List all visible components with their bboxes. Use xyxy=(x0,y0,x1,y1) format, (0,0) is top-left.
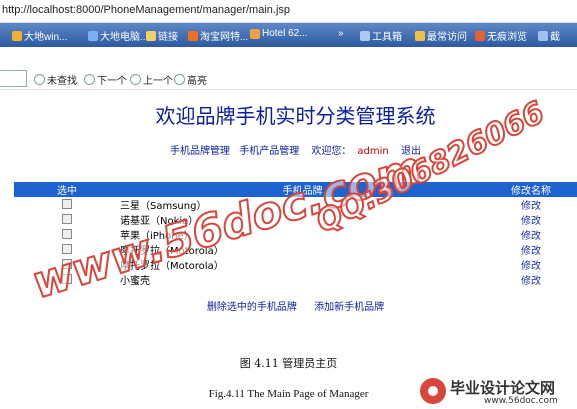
favorite-item[interactable]: 链接 xyxy=(146,28,178,43)
find-prev-button[interactable]: 上一个 xyxy=(130,72,173,87)
arrow-up-icon xyxy=(130,74,141,85)
page-icon xyxy=(88,30,98,41)
select-checkbox[interactable] xyxy=(62,259,72,269)
add-brand-link[interactable]: 添加新手机品牌 xyxy=(314,302,384,313)
delete-selected-link[interactable]: 删除选中的手机品牌 xyxy=(207,302,297,313)
page-title: 欢迎品牌手机实时分类管理系统 xyxy=(155,104,436,128)
toolbox-icon xyxy=(360,30,370,41)
private-icon xyxy=(475,30,485,41)
screenshot-button[interactable]: 截 xyxy=(538,28,560,43)
edit-link[interactable]: 修改 xyxy=(485,257,577,272)
column-header-select: 选中 xyxy=(14,182,120,197)
select-checkbox[interactable] xyxy=(62,229,72,239)
url-text: http://localhost:8000/PhoneManagement/ma… xyxy=(2,4,291,16)
favorite-item[interactable]: 大地win... xyxy=(12,28,67,43)
more-favorites-button[interactable]: » xyxy=(338,28,344,39)
most-visited-button[interactable]: 最常访问 xyxy=(415,28,467,43)
private-browsing-button[interactable]: 无痕浏览 xyxy=(475,28,527,43)
brand-management-link[interactable]: 手机品牌管理 xyxy=(170,146,230,157)
favorite-item[interactable]: 淘宝网特... xyxy=(188,28,248,43)
manager-main-page: 欢迎品牌手机实时分类管理系统 手机品牌管理 手机产品管理 欢迎您： admin 退… xyxy=(14,92,577,345)
brand-name: 小蜜壳 xyxy=(120,276,150,287)
edit-link[interactable]: 修改 xyxy=(485,272,577,287)
scissors-icon xyxy=(538,30,548,41)
welcome-text: 欢迎您： admin xyxy=(311,146,389,157)
highlight-button[interactable]: 高亮 xyxy=(174,72,207,87)
select-checkbox[interactable] xyxy=(62,199,72,209)
figure-caption-cn: 图 4.11 管理员主页 xyxy=(239,357,338,370)
brand-name: 三星（Samsung） xyxy=(120,201,207,212)
username: admin xyxy=(357,146,389,157)
favorite-item[interactable]: Hotel 62... xyxy=(250,28,308,39)
site-logo: 毕业设计论文网 www.56doc.com xyxy=(420,376,577,409)
taobao-icon xyxy=(188,30,198,41)
edit-link[interactable]: 修改 xyxy=(485,212,577,227)
logout-link[interactable]: 退出 xyxy=(401,146,421,157)
arrow-down-icon xyxy=(84,74,95,85)
page-icon xyxy=(12,30,22,41)
find-input[interactable] xyxy=(0,70,27,87)
brand-table: 选中 手机品牌 修改名称 三星（Samsung） 修改 诺基亚（Nokia） 修… xyxy=(14,182,577,287)
edit-link[interactable]: 修改 xyxy=(485,197,577,212)
table-row: 三星（Samsung） 修改 xyxy=(14,197,577,212)
bottom-actions: 删除选中的手机品牌 添加新手机品牌 xyxy=(14,298,577,313)
table-row: 诺基亚（Nokia） 修改 xyxy=(14,212,577,227)
edit-link[interactable]: 修改 xyxy=(485,227,577,242)
toolbox-button[interactable]: 工具箱 xyxy=(360,28,402,43)
address-bar[interactable]: http://localhost:8000/PhoneManagement/ma… xyxy=(0,0,577,23)
select-checkbox[interactable] xyxy=(62,214,72,224)
table-row: 摩托罗拉（Motorola） 修改 xyxy=(14,257,577,272)
brand-name: 诺基亚（Nokia） xyxy=(120,216,199,227)
search-icon xyxy=(34,74,45,85)
top-nav: 手机品牌管理 手机产品管理 欢迎您： admin 退出 xyxy=(14,142,577,157)
logo-name: 毕业设计论文网 xyxy=(450,379,556,397)
brand-name: 苹果（iPhone） xyxy=(120,231,194,242)
edit-link[interactable]: 修改 xyxy=(485,242,577,257)
logo-icon xyxy=(420,378,446,404)
browser-chrome: http://localhost:8000/PhoneManagement/ma… xyxy=(0,0,577,92)
product-management-link[interactable]: 手机产品管理 xyxy=(239,146,299,157)
table-header: 选中 手机品牌 修改名称 xyxy=(14,182,577,197)
find-not-found: 未查找 xyxy=(34,72,77,87)
brand-name: 摩托罗拉（Motorola） xyxy=(120,246,224,257)
brand-name: 摩托罗拉（Motorola） xyxy=(120,261,224,272)
select-checkbox[interactable] xyxy=(62,274,72,284)
favorites-bar: 大地win... 大地电脑... 链接 淘宝网特... Hotel 62... … xyxy=(0,23,577,47)
column-header-brand: 手机品牌 xyxy=(120,182,485,197)
select-checkbox[interactable] xyxy=(62,244,72,254)
table-row: 苹果（iPhone） 修改 xyxy=(14,227,577,242)
table-row: 摩托罗拉（Motorola） 修改 xyxy=(14,242,577,257)
favorite-item[interactable]: 大地电脑... xyxy=(88,28,148,43)
folder-icon xyxy=(146,30,156,41)
find-bar: 未查找 下一个 上一个 高亮 xyxy=(0,67,577,90)
column-header-edit: 修改名称 xyxy=(485,182,577,197)
logo-site: www.56doc.com xyxy=(484,396,558,406)
table-row: 小蜜壳 修改 xyxy=(14,272,577,287)
star-icon xyxy=(415,30,425,41)
hotel-icon xyxy=(250,28,260,39)
pen-icon xyxy=(174,74,185,85)
find-next-button[interactable]: 下一个 xyxy=(84,72,127,87)
